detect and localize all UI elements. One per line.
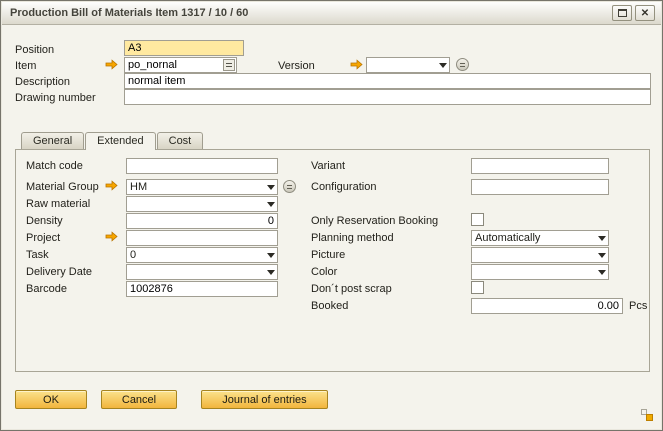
density-input[interactable] (126, 213, 278, 229)
delivery-date-label: Delivery Date (26, 266, 92, 278)
close-button[interactable] (635, 5, 655, 21)
chevron-down-icon (436, 58, 449, 72)
chevron-down-icon (264, 197, 277, 211)
chevron-down-icon (595, 265, 608, 279)
item-link-arrow-icon[interactable] (105, 59, 118, 70)
close-icon (641, 7, 649, 19)
color-label: Color (311, 266, 337, 278)
position-label: Position (15, 44, 54, 56)
task-value: 0 (130, 249, 136, 261)
description-input[interactable] (124, 73, 651, 89)
dont-post-scrap-checkbox[interactable] (471, 281, 484, 294)
picture-label: Picture (311, 249, 345, 261)
cancel-button[interactable]: Cancel (101, 390, 177, 409)
match-code-label: Match code (26, 160, 83, 172)
planning-method-label: Planning method (311, 232, 394, 244)
window-controls (612, 5, 655, 21)
barcode-label: Barcode (26, 283, 67, 295)
variant-input[interactable] (471, 158, 609, 174)
project-link-arrow-icon[interactable] (105, 231, 118, 242)
booked-label: Booked (311, 300, 348, 312)
match-code-input[interactable] (126, 158, 278, 174)
material-group-value: HM (130, 181, 147, 193)
chevron-down-icon (264, 180, 277, 194)
description-label: Description (15, 76, 70, 88)
booked-input[interactable] (471, 298, 623, 314)
booked-unit-label: Pcs (629, 300, 647, 312)
material-group-options-icon[interactable] (283, 180, 296, 193)
project-input[interactable] (126, 230, 278, 246)
chevron-down-icon (595, 231, 608, 245)
tab-general[interactable]: General (21, 132, 84, 149)
tab-cost[interactable]: Cost (157, 132, 204, 149)
planning-method-dropdown[interactable]: Automatically (471, 230, 609, 246)
color-dropdown[interactable] (471, 264, 609, 280)
variant-label: Variant (311, 160, 345, 172)
project-label: Project (26, 232, 60, 244)
only-reservation-booking-checkbox[interactable] (471, 213, 484, 226)
material-group-link-arrow-icon[interactable] (105, 180, 118, 191)
restore-icon (618, 9, 627, 17)
restore-button[interactable] (612, 5, 632, 21)
dont-post-scrap-label: Don´t post scrap (311, 283, 392, 295)
journal-of-entries-button[interactable]: Journal of entries (201, 390, 328, 409)
planning-method-value: Automatically (475, 232, 540, 244)
version-link-arrow-icon[interactable] (350, 59, 363, 70)
position-input[interactable] (124, 40, 244, 56)
barcode-input[interactable] (126, 281, 278, 297)
resize-grip-icon[interactable] (639, 407, 655, 423)
choose-from-list-icon[interactable] (223, 59, 235, 71)
item-label: Item (15, 60, 36, 72)
version-dropdown[interactable] (366, 57, 450, 73)
version-options-icon[interactable] (456, 58, 469, 71)
chevron-down-icon (264, 248, 277, 262)
tab-extended[interactable]: Extended (85, 132, 155, 150)
task-dropdown[interactable]: 0 (126, 247, 278, 263)
title-bar[interactable]: Production Bill of Materials Item 1317 /… (2, 2, 661, 25)
window-title: Production Bill of Materials Item 1317 /… (10, 7, 248, 19)
drawing-number-label: Drawing number (15, 92, 96, 104)
item-input[interactable] (124, 57, 237, 73)
drawing-number-input[interactable] (124, 89, 651, 105)
version-label: Version (278, 60, 315, 72)
density-label: Density (26, 215, 63, 227)
raw-material-label: Raw material (26, 198, 90, 210)
production-bom-window: Production Bill of Materials Item 1317 /… (0, 0, 663, 431)
picture-dropdown[interactable] (471, 247, 609, 263)
ok-button[interactable]: OK (15, 390, 87, 409)
chevron-down-icon (264, 265, 277, 279)
only-reservation-booking-label: Only Reservation Booking (311, 215, 438, 227)
delivery-date-dropdown[interactable] (126, 264, 278, 280)
chevron-down-icon (595, 248, 608, 262)
configuration-label: Configuration (311, 181, 376, 193)
configuration-input[interactable] (471, 179, 609, 195)
material-group-label: Material Group (26, 181, 99, 193)
task-label: Task (26, 249, 49, 261)
raw-material-dropdown[interactable] (126, 196, 278, 212)
tab-bar: General Extended Cost (21, 132, 204, 150)
material-group-dropdown[interactable]: HM (126, 179, 278, 195)
